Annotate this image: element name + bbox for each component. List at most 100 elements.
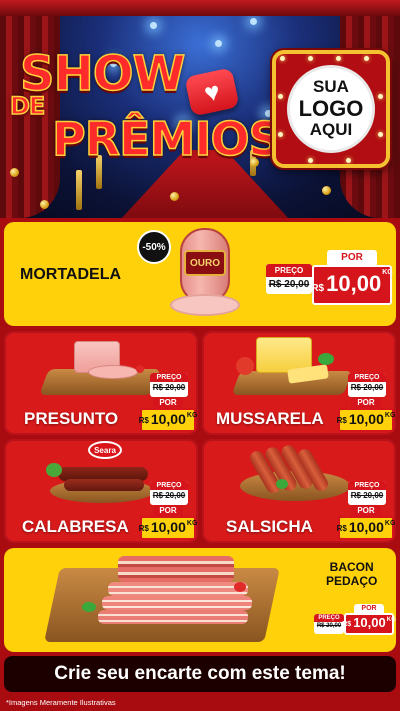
new-price-tag: POR R$ 10,00 KG [336,397,396,432]
unit: KG [386,617,396,623]
product-name: CALABRESA [22,517,129,536]
new-price-tag: POR R$ 10,00 KG [138,505,198,540]
marquee-bulb [308,158,313,163]
product-card-mortadela[interactable]: MORTADELA -50% OURO PREÇO R$ 20,00 POR R… [4,222,396,326]
brand-logo: Seara [88,441,122,459]
new-price-label: POR [351,505,381,516]
currency: R$ [138,416,149,425]
old-price-value: R$ 20,00 [268,279,310,290]
new-price: R$ 10,00 KG [138,516,198,540]
product-card-calabresa[interactable]: Seara CALABRESA PREÇO R$ 20,00 POR R$ 10… [4,439,198,543]
bacon-image [44,552,280,648]
new-price-value: 10,00 [353,615,386,630]
title-show: SHOW [19,45,186,103]
old-price-value: R$ 20,00 [350,383,384,392]
currency: R$ [342,621,352,628]
old-price-value: R$ 20,00 [152,491,186,500]
currency: R$ [336,524,347,533]
create-flyer-button[interactable]: Crie seu encarte com este tema! [4,656,396,692]
coin-icon [10,168,19,177]
new-price-tag: POR R$ 10,00 KG [138,397,198,432]
new-price-tag: POR R$ 10,00 KG [336,505,396,540]
product-name-line1: BACON [329,560,374,574]
currency: R$ [336,416,347,425]
marquee-bulb [346,158,351,163]
marquee-bulb [308,56,313,61]
discount-badge: -50% [137,230,171,264]
mortadela-image: OURO [170,228,240,320]
product-name: BACON PEDAÇO [326,560,377,589]
new-price-label: POR [153,397,183,408]
old-price-label: PREÇO [150,481,188,490]
product-name: MORTADELA [20,266,122,283]
marquee-bulb [280,56,285,61]
coin-icon [170,192,179,201]
old-price-label: PREÇO [348,481,386,490]
new-price-value: 10,00 [150,411,186,427]
old-price-value: R$ 20,00 [350,491,384,500]
product-name: MUSSARELA [216,409,324,428]
product-name-line2: PEDAÇO [326,574,378,589]
coin-icon [322,186,331,195]
product-name: PRESUNTO [24,409,119,428]
product-card-presunto[interactable]: PRESUNTO PREÇO R$ 20,00 POR R$ 10,00 KG [4,331,198,435]
brand-label: OURO [184,250,226,276]
new-price: R$ 10,00 KG [336,408,396,432]
marquee-bulb [278,94,283,99]
presunto-image [39,335,161,405]
new-price-value: 10,00 [348,411,384,427]
old-price-value: R$ 20,00 [316,623,342,629]
curtain-valance [0,0,400,16]
hero-banner: SHOW DE PRÊMIOS ♥ SUA LOGO AQUI [0,0,400,218]
old-price-tag: PREÇO R$ 20,00 [150,481,188,505]
marquee-bulb [278,132,283,137]
logo-placeholder[interactable]: SUA LOGO AQUI [272,50,390,168]
new-price-value: 10,00 [326,271,382,296]
new-price-tag: POR R$ 10,00 KG [342,604,396,635]
old-price-label: PREÇO [150,373,188,382]
unit: KG [186,520,198,527]
currency: R$ [311,283,325,294]
new-price-value: 10,00 [348,519,384,535]
logo-text-aqui: AQUI [309,120,353,140]
product-card-bacon[interactable]: BACON PEDAÇO PREÇO R$ 20,00 POR R$ 10,00… [4,548,396,652]
old-price-tag: PREÇO R$ 20,00 [314,614,344,634]
logo-circle: SUA LOGO AQUI [287,65,375,153]
old-price-tag: PREÇO R$ 20,00 [348,373,386,397]
marquee-bulb [378,94,383,99]
like-badge: ♥ [184,67,240,117]
product-name: SALSICHA [226,517,313,536]
stage-light [250,18,257,25]
disclaimer-text: *Imagens Meramente Ilustrativas [6,698,116,707]
new-price-label: POR [354,604,384,613]
mussarela-image [231,333,353,405]
unit: KG [384,520,396,527]
old-price-label: PREÇO [314,614,344,622]
old-price-value: R$ 20,00 [152,383,186,392]
stanchion-post [76,170,82,210]
stage-light [150,22,157,29]
marquee-bulb [364,56,369,61]
new-price: R$ 10,00 KG [138,408,198,432]
logo-text-sua: SUA [313,77,349,97]
new-price-label: POR [327,250,377,265]
unit: KG [382,269,393,276]
stage-light [215,40,222,47]
unit: KG [186,412,198,419]
new-price: R$ 10,00 KG [336,516,396,540]
old-price-tag: PREÇO R$ 20,00 [266,264,312,294]
currency: R$ [138,524,149,533]
new-price-label: POR [351,397,381,408]
calabresa-image: Seara [44,441,160,513]
old-price-tag: PREÇO R$ 20,00 [150,373,188,397]
new-price-value: 10,00 [150,519,186,535]
product-card-mussarela[interactable]: MUSSARELA PREÇO R$ 20,00 POR R$ 10,00 KG [202,331,396,435]
new-price: R$ 10,00 KG [342,613,396,635]
marquee-bulb [336,56,341,61]
old-price-label: PREÇO [266,264,312,277]
old-price-label: PREÇO [348,373,386,382]
old-price-tag: PREÇO R$ 20,00 [348,481,386,505]
marquee-bulb [378,132,383,137]
unit: KG [384,412,396,419]
product-card-salsicha[interactable]: SALSICHA PREÇO R$ 20,00 POR R$ 10,00 KG [202,439,396,543]
